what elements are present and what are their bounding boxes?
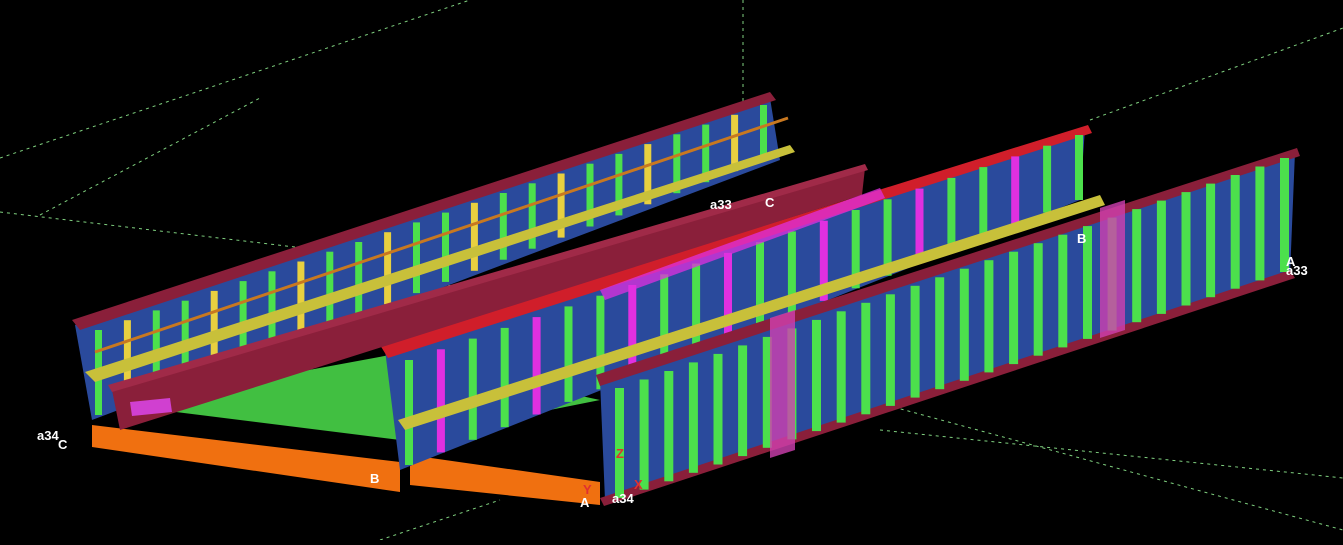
stiffener-plate: [1043, 145, 1052, 213]
grid-label[interactable]: A: [580, 495, 590, 510]
stiffener-plate: [436, 349, 445, 453]
stiffener-plate: [532, 317, 541, 415]
stiffener-plate: [812, 319, 821, 432]
stiffener-plate: [760, 105, 767, 160]
splice-plate: [1100, 200, 1125, 338]
stiffener-plate: [885, 294, 895, 406]
stiffener-plate: [836, 311, 846, 423]
grid-label[interactable]: a34: [612, 491, 634, 506]
stiffener-plate: [499, 193, 507, 260]
stiffener-plate: [564, 306, 573, 402]
grid-label[interactable]: a33: [1286, 263, 1308, 278]
stiffener-plate: [1132, 209, 1142, 323]
stiffener-plate: [979, 167, 988, 238]
stiffener-plate: [355, 242, 363, 316]
stiffener-plate: [1075, 135, 1083, 200]
axis-z-label: Z: [616, 446, 624, 461]
stiffener-plate: [1181, 192, 1191, 306]
stiffener-plate: [915, 188, 924, 264]
stiffener-plate: [910, 285, 920, 398]
stiffener-plate: [639, 379, 649, 490]
stiffener-plate: [1009, 251, 1019, 365]
grid-label[interactable]: C: [58, 437, 68, 452]
grid-line: [879, 429, 1343, 479]
stiffener-plate: [615, 388, 624, 498]
stiffener-plate: [935, 277, 945, 390]
bridge-model-canvas[interactable]: a33 C B A a33 a34 C B A a34 Z Y X: [0, 0, 1343, 541]
stiffener-plate: [738, 345, 748, 457]
stiffener-plate: [1033, 243, 1043, 356]
bottom-plate-right: [410, 455, 600, 505]
stiffener-plate: [326, 251, 334, 327]
stiffener-plate: [405, 360, 413, 465]
stiffener-plate: [1058, 234, 1068, 348]
stiffener-plate: [713, 353, 723, 465]
stiffener-plate: [947, 177, 956, 251]
grid-line: [1089, 27, 1343, 121]
stiffener-plate: [984, 260, 994, 373]
axis-y-label: Y: [583, 482, 592, 497]
stiffener-plate: [384, 232, 392, 305]
grid-line: [0, 0, 471, 159]
stiffener-plate: [1011, 156, 1020, 226]
stiffener-plate: [413, 222, 420, 294]
grid-label[interactable]: B: [1077, 231, 1086, 246]
stiffener-plate: [500, 327, 509, 428]
stiffener-plate: [664, 371, 674, 482]
stiffener-plate: [468, 338, 477, 440]
grid-line: [0, 211, 321, 251]
stiffener-plate: [297, 261, 305, 338]
splice-plate: [770, 310, 795, 458]
grid-label[interactable]: B: [370, 471, 379, 486]
stiffener-plate: [861, 302, 871, 415]
grid-line: [379, 499, 501, 541]
stiffener-plate: [959, 268, 969, 381]
model-3d-viewport[interactable]: a33 C B A a33 a34 C B A a34 Z Y X: [0, 0, 1343, 541]
bottom-plate-left: [92, 425, 400, 492]
stiffener-plate: [692, 263, 701, 352]
grid-label[interactable]: a33: [710, 197, 732, 212]
stiffener-plate: [1255, 166, 1265, 281]
grid-label[interactable]: a34: [37, 428, 59, 443]
stiffener-plate: [470, 202, 478, 271]
stiffener-plate: [1230, 175, 1240, 289]
stiffener-plate: [1156, 200, 1166, 314]
stiffener-plate: [688, 362, 698, 473]
stiffener-plate: [660, 274, 669, 365]
grid-line: [39, 97, 261, 216]
stiffener-plate: [1206, 183, 1216, 298]
stiffener-plate: [442, 212, 449, 282]
grid-label[interactable]: C: [765, 195, 775, 210]
axis-x-label: X: [634, 477, 643, 492]
